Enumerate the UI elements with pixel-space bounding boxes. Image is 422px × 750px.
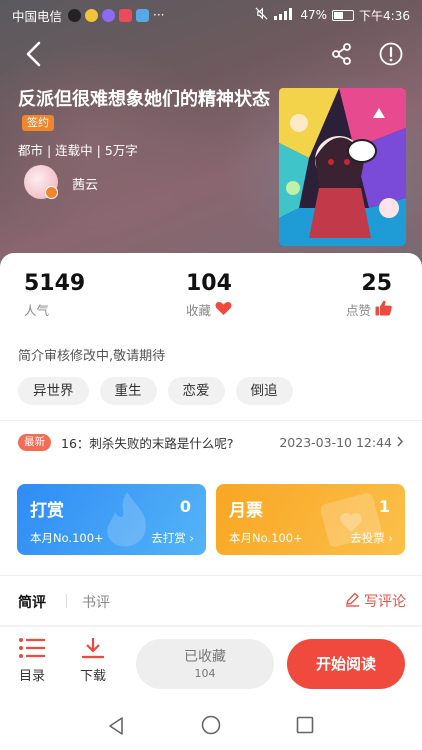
favorites-label: 收藏 [186, 303, 212, 318]
collected-button[interactable]: 已收藏 104 [136, 639, 274, 689]
signed-badge: 签约 [22, 115, 54, 131]
tip-card[interactable]: 打赏 0 本月No.100+ 去打赏 › [17, 484, 206, 555]
download-button[interactable]: 下载 [73, 637, 113, 684]
verified-badge-icon [45, 186, 58, 199]
download-icon [73, 637, 113, 659]
info-icon[interactable] [378, 41, 404, 67]
divider [0, 420, 422, 421]
latest-badge: 最新 [18, 434, 51, 451]
app-notification-icon [136, 8, 150, 22]
tip-count: 0 [179, 497, 191, 516]
write-review-button[interactable]: 写评论 [345, 591, 406, 611]
ticket-card[interactable]: 月票 1 本月No.100+ 去投票 › [216, 484, 405, 555]
book-title-text: 反派但很难想象她们的精神状态 [18, 89, 270, 110]
back-icon[interactable] [22, 40, 48, 68]
share-icon[interactable] [330, 42, 354, 66]
tip-rank: 本月No.100+ [30, 531, 104, 545]
catalog-button[interactable]: 目录 [12, 637, 52, 684]
carrier-name: 中国电信 [12, 8, 63, 24]
top-bar [0, 36, 422, 72]
ticket-count: 1 [378, 497, 390, 516]
status-bar: 中国电信 ··· 47% 下午4:36 [0, 0, 422, 30]
favorites-value: 104 [186, 271, 232, 296]
download-label: 下载 [79, 669, 106, 684]
stat-favorites[interactable]: 104 收藏 [186, 271, 232, 319]
tag-chip[interactable]: 重生 [99, 377, 157, 405]
chevron-right-icon [396, 435, 404, 450]
author-name[interactable]: 茜云 [72, 174, 98, 193]
ticket-rank: 本月No.100+ [229, 531, 303, 545]
tip-title: 打赏 [30, 501, 64, 521]
app-notification-icon [102, 8, 116, 22]
clock: 下午4:36 [359, 8, 410, 23]
book-cover[interactable] [279, 88, 406, 246]
tag-list: 异世界 重生 恋爱 倒追 [18, 377, 293, 405]
popularity-value: 5149 [24, 271, 86, 296]
pen-icon [345, 592, 360, 611]
nav-home-icon[interactable] [201, 715, 221, 739]
book-detail-card: 5149 人气 104 收藏 25 点赞 简介审核修改中,敬请期待 异世界 重生… [0, 253, 422, 465]
start-reading-button[interactable]: 开始阅读 [287, 639, 405, 689]
app-notification-icon [85, 8, 99, 22]
heart-icon [215, 301, 232, 319]
book-description: 简介审核修改中,敬请期待 [18, 349, 166, 364]
catalog-label: 目录 [18, 669, 45, 684]
catalog-icon [12, 637, 52, 659]
latest-chapter-date: 2023-03-10 12:44 [279, 435, 392, 450]
nav-recent-icon[interactable] [296, 716, 314, 738]
reviews-header: 简评 书评 写评论 [0, 575, 422, 625]
tag-chip[interactable]: 异世界 [18, 377, 89, 405]
collected-label: 已收藏 [184, 649, 226, 665]
latest-chapter-row[interactable]: 最新 16：刺杀失败的末路是什么呢? 2023-03-10 12:44 [18, 433, 404, 452]
popularity-label: 人气 [24, 303, 50, 318]
battery-percent: 47% [300, 8, 328, 22]
qq-icon [68, 8, 82, 22]
tag-chip[interactable]: 恋爱 [167, 377, 225, 405]
tab-separator [66, 594, 67, 608]
rewards-section: 打赏 0 本月No.100+ 去打赏 › 月票 1 本月No.100+ 去投票 … [0, 465, 422, 575]
likes-value: 25 [361, 271, 393, 296]
app-notification-icon [119, 8, 133, 22]
stat-likes[interactable]: 25 点赞 [346, 271, 392, 319]
likes-label: 点赞 [346, 303, 372, 318]
latest-chapter-title: 16：刺杀失败的末路是什么呢? [61, 436, 234, 451]
battery-icon [332, 9, 355, 21]
system-navigation-bar [0, 702, 422, 750]
tab-brief-review[interactable]: 简评 [18, 592, 46, 612]
ticket-title: 月票 [229, 501, 263, 521]
book-meta: 都市 | 连载中 | 5万字 [18, 143, 138, 158]
mute-icon [255, 7, 268, 23]
stat-popularity: 5149 人气 [24, 271, 85, 319]
tag-chip[interactable]: 倒追 [235, 377, 293, 405]
write-review-label: 写评论 [364, 594, 406, 610]
notification-icons: ··· [68, 8, 164, 22]
collected-count: 104 [194, 667, 216, 680]
tab-book-review[interactable]: 书评 [82, 592, 110, 612]
signal-icon [273, 7, 295, 23]
ticket-action[interactable]: 去投票 › [350, 530, 393, 546]
nav-back-icon[interactable] [107, 716, 127, 740]
bottom-action-bar: 目录 下载 已收藏 104 开始阅读 [0, 626, 422, 702]
book-title: 反派但很难想象她们的精神状态签约 [18, 88, 270, 134]
more-notifications: ··· [153, 8, 165, 22]
thumbs-up-icon [375, 300, 392, 319]
tip-action[interactable]: 去打赏 › [151, 530, 194, 546]
